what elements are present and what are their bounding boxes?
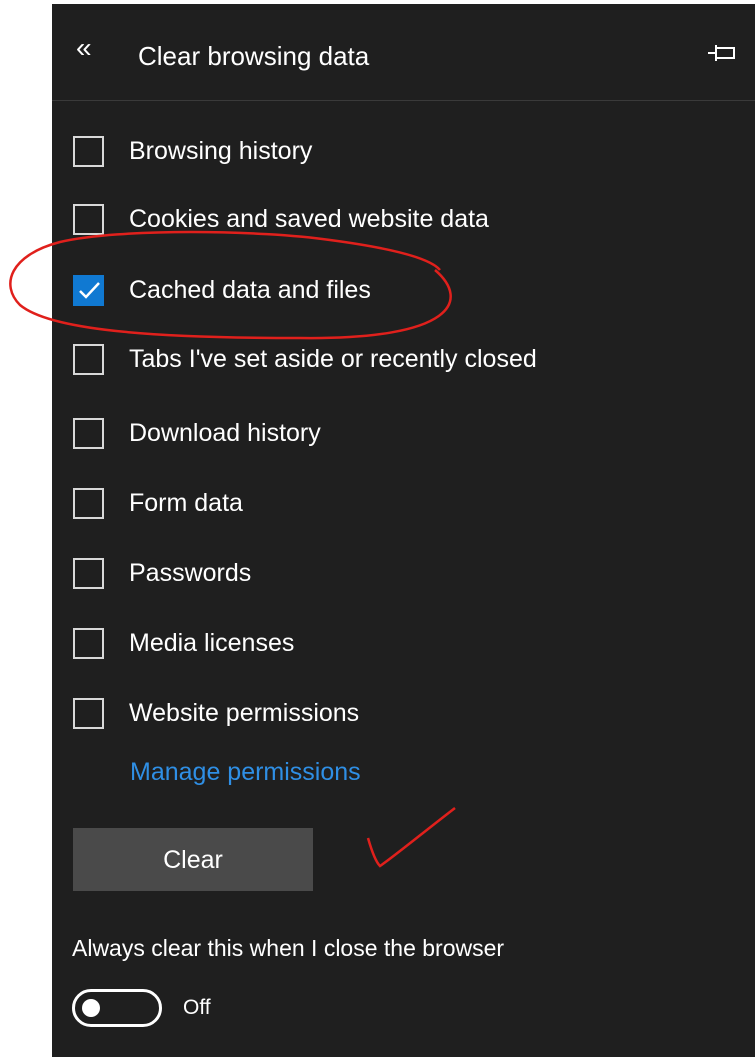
option-row[interactable]: Download history [73,418,713,458]
toggle-state-text: Off [183,996,211,1019]
auto-clear-label: Always clear this when I close the brows… [72,935,505,961]
toggle-switch-icon [72,989,162,1027]
screenshot-frame: « Clear browsing data Browsing history Co… [0,0,755,1057]
clear-browsing-data-panel: « Clear browsing data Browsing history Co… [52,4,755,1057]
checkbox-checked[interactable] [73,275,104,306]
option-row[interactable]: Form data [73,488,713,528]
checkmark-icon [79,282,100,299]
option-label: Website permissions [129,699,360,727]
panel-header: « Clear browsing data [52,4,755,101]
checkbox[interactable] [73,136,104,167]
checkbox[interactable] [73,558,104,589]
option-label: Cached data and files [129,276,371,304]
option-row[interactable]: Browsing history [73,136,713,176]
pin-button[interactable] [707,42,737,64]
back-button[interactable]: « [76,34,106,64]
double-chevron-left-icon: « [76,32,92,63]
panel-title: Clear browsing data [138,41,370,71]
option-label: Cookies and saved website data [129,205,489,233]
checkbox[interactable] [73,418,104,449]
option-row[interactable]: Tabs I've set aside or recently closed [73,344,713,384]
checkbox[interactable] [73,698,104,729]
checkbox[interactable] [73,204,104,235]
option-label: Download history [129,419,321,447]
checkbox[interactable] [73,344,104,375]
option-row[interactable]: Media licenses [73,628,713,668]
option-label: Form data [129,489,243,517]
checkbox[interactable] [73,488,104,519]
pin-icon [708,45,735,61]
option-row[interactable]: Cookies and saved website data [73,204,713,244]
option-label: Tabs I've set aside or recently closed [129,345,537,373]
manage-permissions-link[interactable]: Manage permissions [130,756,361,788]
option-row[interactable]: Cached data and files [73,275,713,315]
option-label: Passwords [129,559,252,587]
clear-button[interactable]: Clear [73,828,313,891]
option-row[interactable]: Passwords [73,558,713,598]
auto-clear-toggle[interactable] [72,989,162,1027]
checkbox[interactable] [73,628,104,659]
option-row[interactable]: Website permissions [73,698,713,738]
option-label: Media licenses [129,629,295,657]
option-label: Browsing history [129,137,313,165]
